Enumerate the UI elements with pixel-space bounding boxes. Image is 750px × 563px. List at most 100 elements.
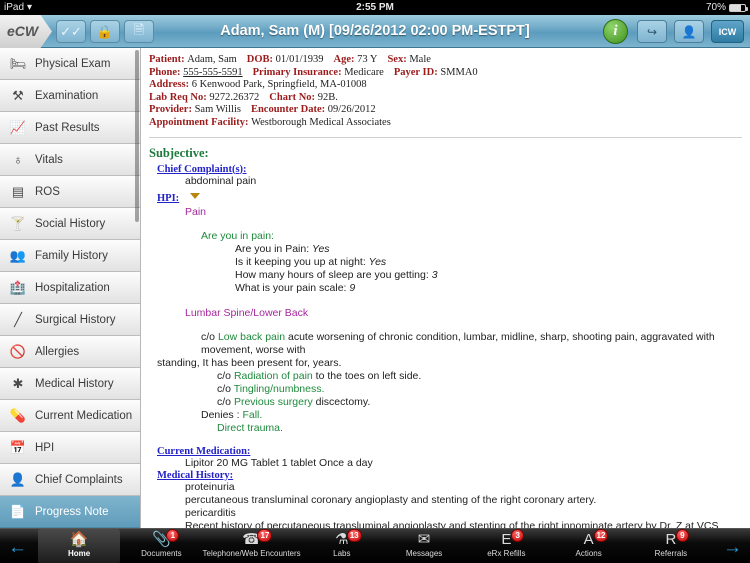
- pain-question-text: How many hours of sleep are you getting:: [235, 269, 432, 281]
- toolbar-item-label: Labs: [301, 549, 383, 559]
- demographics-value: 01/01/1939: [276, 54, 324, 65]
- co-item: c/o Tingling/numbness.: [217, 383, 742, 396]
- flask-icon: ⚗: [301, 531, 383, 548]
- demographics-value: 73 Y: [357, 54, 377, 65]
- back-arrow-icon[interactable]: ←: [8, 537, 27, 559]
- sidebar-item-label: Current Medication: [35, 410, 132, 422]
- medical-history-heading[interactable]: Medical History:: [157, 470, 742, 481]
- hpi-heading-row[interactable]: HPI:: [157, 188, 742, 206]
- sidebar-nav[interactable]: 🛏Physical Exam⚒Examination📈Past Results♁…: [0, 48, 141, 528]
- sidebar-item-label: Medical History: [35, 378, 114, 390]
- pain-answer-text: 3: [432, 269, 438, 281]
- cocktail-icon: 🍸: [10, 216, 26, 232]
- sidebar-scrollbar[interactable]: [135, 50, 139, 222]
- hospital-icon: 🏥: [10, 280, 26, 296]
- toolbar-item-messages[interactable]: ✉Messages: [383, 529, 465, 563]
- medical-history-item: Recent history of percutaneous translumi…: [185, 520, 742, 528]
- sidebar-item-allergies[interactable]: 🚫Allergies: [0, 336, 140, 368]
- battery-icon: [729, 4, 746, 12]
- subjective-heading: Subjective:: [149, 146, 742, 161]
- bottom-toolbar: ← 🏠Home📎1Documents☎17Telephone/Web Encou…: [0, 528, 750, 563]
- demographics-label: Lab Req No:: [149, 92, 209, 103]
- sidebar-item-family-history[interactable]: 👥Family History: [0, 240, 140, 272]
- sidebar-item-past-results[interactable]: 📈Past Results: [0, 112, 140, 144]
- sidebar-item-social-history[interactable]: 🍸 Social History: [0, 208, 140, 240]
- denies-label: Denies :: [201, 409, 240, 421]
- app-title-bar: eCW ✓✓ 🔒 🗎 Adam, Sam (M) [09/26/2012 02:…: [0, 15, 750, 48]
- chevron-down-icon[interactable]: [190, 193, 200, 199]
- region-title: Lumbar Spine/Lower Back: [185, 307, 742, 320]
- co-item-list: c/o Radiation of pain to the toes on lef…: [149, 370, 742, 409]
- toolbar-item-label: Home: [38, 549, 120, 559]
- hpi-heading[interactable]: HPI:: [157, 193, 179, 204]
- sidebar-item-hpi[interactable]: 📅HPI: [0, 432, 140, 464]
- pain-question-text: Are you in Pain:: [235, 243, 312, 255]
- share-icon[interactable]: ↪: [637, 20, 667, 43]
- stethoscope-icon: ♁: [10, 152, 26, 168]
- sidebar-item-current-medication[interactable]: 💊 Current Medication: [0, 400, 140, 432]
- co-item-text: to the toes on left side.: [313, 370, 422, 382]
- co-item: c/o Radiation of pain to the toes on lef…: [217, 370, 742, 383]
- document-icon: 📄: [10, 504, 26, 520]
- ros-icon: ▤: [10, 184, 26, 200]
- envelope-icon: ✉: [383, 531, 465, 548]
- demographics-value: Adam, Sam: [187, 54, 237, 65]
- sidebar-item-vitals[interactable]: ♁Vitals: [0, 144, 140, 176]
- toolbar-item-erx-refills[interactable]: E3eRx Refills: [465, 529, 547, 563]
- sidebar-item-surgical-history[interactable]: ╱Surgical History: [0, 304, 140, 336]
- scalpel-icon: ╱: [10, 312, 26, 328]
- pain-question-text: What is your pain scale:: [235, 282, 349, 294]
- toolbar-item-actions[interactable]: A12Actions: [547, 529, 629, 563]
- sidebar-item-progress-note[interactable]: 📄Progress Note: [0, 496, 140, 528]
- co-item: c/o Previous surgery discectomy.: [217, 396, 742, 409]
- demographics-label: Age:: [334, 54, 358, 65]
- badge-count: 17: [257, 529, 272, 542]
- co-item-term: Radiation of pain: [234, 370, 313, 382]
- sidebar-item-examination[interactable]: ⚒Examination: [0, 80, 140, 112]
- pain-question-row: How many hours of sleep are you getting:…: [235, 269, 742, 282]
- toolbar-item-labs[interactable]: ⚗13Labs: [301, 529, 383, 563]
- demographics-label: Provider:: [149, 104, 195, 115]
- contact-glyph: 👤: [682, 25, 697, 39]
- pain-question-row: Is it keeping you up at night: Yes: [235, 256, 742, 269]
- pain-question-row: What is your pain scale: 9: [235, 282, 742, 295]
- co-item-term: Previous surgery: [234, 396, 313, 408]
- toolbar-item-documents[interactable]: 📎1Documents: [120, 529, 202, 563]
- demographics-value: 6 Kenwood Park, Springfield, MA-01008: [192, 79, 367, 90]
- toolbar-item-home[interactable]: 🏠Home: [38, 529, 120, 563]
- home-icon: 🏠: [38, 531, 120, 548]
- sidebar-item-label: Social History: [35, 218, 105, 230]
- demographics-label: Chart No:: [269, 92, 317, 103]
- medical-history-list: proteinuriapercutaneous transluminal cor…: [149, 481, 742, 528]
- demographics-row: Patient: Adam, SamDOB: 01/01/1939Age: 73…: [149, 54, 742, 67]
- sidebar-item-chief-complaints[interactable]: 👤Chief Complaints: [0, 464, 140, 496]
- demographics-label: Sex:: [387, 54, 409, 65]
- toolbar-item-telephone-web-encounters[interactable]: ☎17Telephone/Web Encounters: [203, 529, 301, 563]
- forward-arrow-icon[interactable]: →: [723, 537, 742, 559]
- paperclip-icon: 📎: [120, 531, 202, 548]
- phone-link[interactable]: 555-555-5591: [183, 67, 243, 78]
- info-icon[interactable]: i: [603, 19, 628, 44]
- toolbar-item-referrals[interactable]: R9Referrals: [630, 529, 712, 563]
- demographics-value: SMMA0: [440, 67, 477, 78]
- sidebar-item-ros[interactable]: ▤ROS: [0, 176, 140, 208]
- erx-icon: E: [465, 531, 547, 548]
- chief-complaint-heading[interactable]: Chief Complaint(s):: [157, 164, 742, 175]
- sidebar-item-hospitalization[interactable]: 🏥Hospitalization: [0, 272, 140, 304]
- sidebar-item-physical-exam[interactable]: 🛏Physical Exam: [0, 48, 140, 80]
- co-main-term: Low back pain: [218, 331, 285, 343]
- toolbar-item-label: eRx Refills: [465, 549, 547, 559]
- pill-bottle-icon: 💊: [10, 408, 26, 424]
- chief-complaint-value: abdominal pain: [185, 175, 742, 188]
- exam-table-icon: 🛏: [10, 56, 26, 72]
- co-item-prefix: c/o: [217, 370, 234, 382]
- calendar-icon: 📅: [10, 440, 26, 456]
- icw-button[interactable]: ICW: [711, 20, 744, 43]
- current-medication-heading[interactable]: Current Medication:: [157, 446, 742, 457]
- status-right: 70%: [706, 0, 746, 15]
- sidebar-item-label: Family History: [35, 250, 108, 262]
- sidebar-item-medical-history[interactable]: ✱Medical History: [0, 368, 140, 400]
- contact-icon[interactable]: 👤: [674, 20, 704, 43]
- status-clock: 2:55 PM: [0, 0, 750, 15]
- sidebar-item-label: Examination: [35, 90, 98, 102]
